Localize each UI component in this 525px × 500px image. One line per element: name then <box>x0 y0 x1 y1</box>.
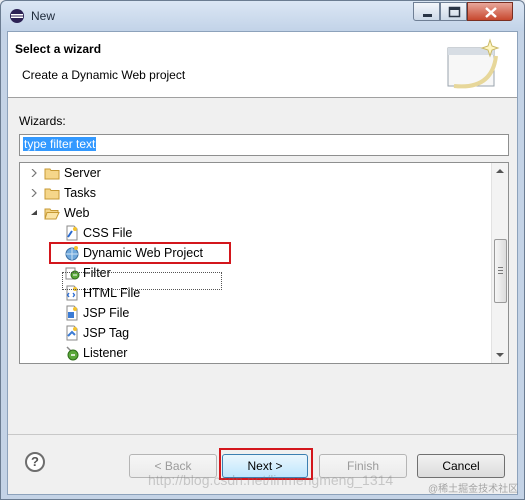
maximize-icon <box>448 6 461 18</box>
scrollbar-thumb[interactable] <box>494 239 507 303</box>
grip-line <box>498 273 503 274</box>
maximize-button[interactable] <box>440 2 467 21</box>
tree-item-web[interactable]: Web <box>20 203 490 223</box>
title-bar[interactable]: New <box>1 1 524 31</box>
annotation-highlight-dynamic-web-project <box>49 242 231 264</box>
listener-icon <box>66 346 79 361</box>
wizards-label: Wizards: <box>19 114 66 128</box>
close-button[interactable] <box>467 2 513 21</box>
new-wizard-banner-icon <box>447 38 500 89</box>
jsp-file-icon <box>66 305 78 321</box>
minimize-icon <box>423 14 432 17</box>
folder-icon <box>44 168 60 180</box>
filter-input-value: type filter text <box>23 137 97 151</box>
scroll-down-icon[interactable] <box>496 353 504 357</box>
tree-item-label: Tasks <box>64 186 96 200</box>
watermark-url: http://blog.csdn.net/linmengmeng_1314 <box>148 472 394 488</box>
tree-item-label: Server <box>64 166 101 180</box>
tree-item-jsp-file[interactable]: JSP File <box>20 303 490 323</box>
selection-focus-outline <box>62 272 222 290</box>
help-button[interactable]: ? <box>25 452 45 472</box>
tree-item-css-file[interactable]: CSS File <box>20 223 490 243</box>
wizard-header: Select a wizard Create a Dynamic Web pro… <box>8 32 517 98</box>
wizard-client-area: Select a wizard Create a Dynamic Web pro… <box>7 31 518 495</box>
page-title: Select a wizard <box>15 42 102 56</box>
tree-item-jsp-tag[interactable]: JSP Tag <box>20 323 490 343</box>
tree-item-label: JSP File <box>83 306 130 320</box>
folder-icon <box>44 188 60 200</box>
expand-arrow-icon[interactable] <box>30 169 38 177</box>
window-title: New <box>31 9 56 23</box>
tree-scrollbar[interactable] <box>491 163 508 363</box>
eclipse-icon <box>10 9 24 23</box>
scroll-up-icon[interactable] <box>496 169 504 173</box>
new-wizard-window: New Select a wizard Create a Dynamic Web… <box>0 0 525 500</box>
tree-item-tasks[interactable]: Tasks <box>20 183 490 203</box>
css-file-icon <box>66 225 78 241</box>
tree-item-server[interactable]: Server <box>20 163 490 183</box>
tree-item-label: Web <box>64 206 90 220</box>
expand-arrow-icon[interactable] <box>30 189 38 197</box>
tree-item-listener[interactable]: Listener <box>20 343 490 363</box>
filter-input[interactable]: type filter text <box>19 134 509 156</box>
tree-item-label: CSS File <box>83 226 133 240</box>
grip-line <box>498 267 503 268</box>
grip-line <box>498 270 503 271</box>
folder-open-icon <box>44 208 60 220</box>
tree-item-label: Listener <box>83 346 128 360</box>
watermark-community: @稀土掘金技术社区 <box>428 484 519 495</box>
cancel-button[interactable]: Cancel <box>417 454 505 478</box>
footer-divider <box>8 434 517 435</box>
close-icon <box>485 7 497 18</box>
jsp-tag-icon <box>66 325 78 341</box>
tree-item-label: JSP Tag <box>83 326 130 340</box>
collapse-arrow-icon[interactable] <box>30 209 38 217</box>
minimize-button[interactable] <box>413 2 440 21</box>
page-description: Create a Dynamic Web project <box>22 68 186 82</box>
